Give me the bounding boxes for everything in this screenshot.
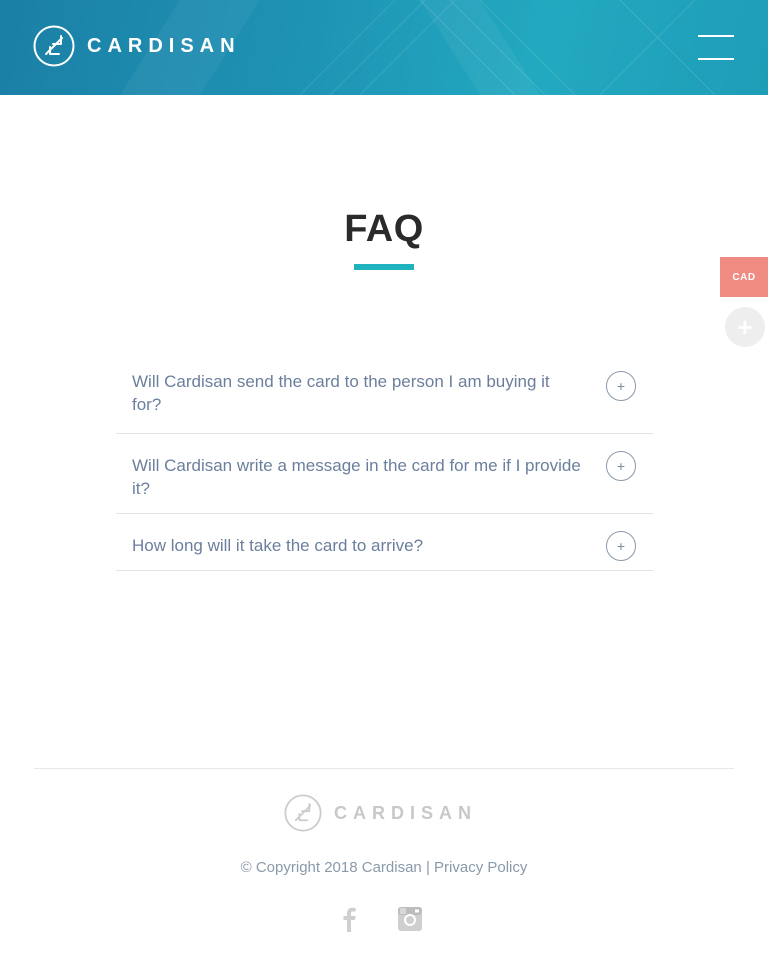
currency-selector[interactable]: CAD xyxy=(720,257,768,297)
privacy-policy-link[interactable]: Privacy Policy xyxy=(434,859,527,876)
brand-wordmark: CARDISAN xyxy=(87,34,241,57)
expand-plus-icon[interactable]: + xyxy=(606,531,636,561)
faq-item[interactable]: Will Cardisan write a message in the car… xyxy=(116,434,653,514)
expand-plus-icon[interactable]: + xyxy=(606,451,636,481)
copyright-line: © Copyright 2018 Cardisan | Privacy Poli… xyxy=(0,859,768,876)
footer-logo[interactable]: CARDISAN xyxy=(284,794,477,832)
instagram-icon[interactable] xyxy=(397,905,423,933)
faq-list: Will Cardisan send the card to the perso… xyxy=(116,362,653,571)
faq-question[interactable]: Will Cardisan send the card to the perso… xyxy=(132,370,583,416)
expand-plus-icon[interactable]: + xyxy=(606,371,636,401)
footer-divider xyxy=(34,768,734,769)
menu-line xyxy=(698,35,734,37)
footer-wordmark: CARDISAN xyxy=(334,802,478,823)
faq-item[interactable]: Will Cardisan send the card to the perso… xyxy=(116,362,653,434)
faq-question[interactable]: Will Cardisan write a message in the car… xyxy=(132,454,583,500)
cardisan-logo-icon xyxy=(284,794,322,832)
facebook-icon[interactable] xyxy=(336,905,362,933)
site-logo[interactable]: CARDISAN xyxy=(33,25,241,67)
hamburger-menu-button[interactable] xyxy=(698,33,734,61)
plus-icon[interactable]: + xyxy=(725,307,765,347)
site-header: CARDISAN xyxy=(0,0,768,95)
menu-line xyxy=(698,58,734,60)
cardisan-logo-icon xyxy=(33,25,75,67)
copyright-text: © Copyright 2018 Cardisan | xyxy=(240,859,430,876)
faq-item[interactable]: How long will it take the card to arrive… xyxy=(116,514,653,571)
faq-question[interactable]: How long will it take the card to arrive… xyxy=(132,534,583,557)
title-underline xyxy=(354,264,414,270)
page-title: FAQ xyxy=(344,208,424,250)
